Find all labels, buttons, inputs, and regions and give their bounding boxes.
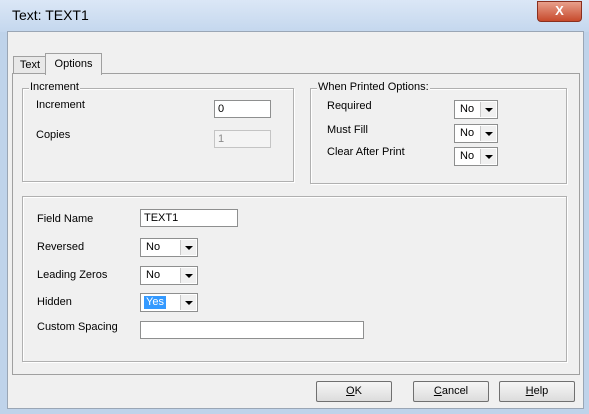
reversed-select[interactable]: No	[140, 238, 198, 257]
tab-text-label: Text	[19, 59, 41, 71]
must-fill-label: Must Fill	[327, 124, 368, 136]
chevron-down-icon[interactable]	[180, 295, 196, 310]
must-fill-value: No	[460, 127, 475, 139]
clear-after-print-value: No	[460, 150, 475, 162]
dialog-client: Text Options Increment Increment 0 Copie…	[7, 31, 584, 409]
increment-group-label: Increment	[29, 81, 80, 93]
hidden-label: Hidden	[37, 296, 72, 308]
close-button[interactable]: X	[537, 1, 582, 22]
ok-button[interactable]: OK	[316, 381, 392, 402]
increment-group: Increment Increment 0 Copies 1	[22, 81, 294, 182]
ok-accelerator: O	[346, 385, 355, 397]
leading-zeros-select[interactable]: No	[140, 266, 198, 285]
field-settings-group: Field Name TEXT1 Reversed No Leading Zer…	[22, 196, 567, 362]
must-fill-select[interactable]: No	[454, 124, 498, 143]
clear-after-print-label: Clear After Print	[327, 146, 405, 158]
custom-spacing-input[interactable]	[140, 321, 364, 339]
leading-zeros-label: Leading Zeros	[37, 269, 108, 281]
required-select[interactable]: No	[454, 100, 498, 119]
close-icon: X	[555, 3, 564, 18]
chevron-down-icon[interactable]	[180, 240, 196, 255]
reversed-label: Reversed	[37, 241, 85, 253]
required-label: Required	[327, 100, 372, 112]
copies-input[interactable]: 1	[214, 130, 271, 148]
printed-options-group: When Printed Options: Required No Must F…	[310, 81, 567, 184]
printed-options-label: When Printed Options:	[317, 81, 430, 93]
cancel-label: ancel	[441, 385, 469, 397]
ok-label: K	[354, 385, 362, 397]
chevron-down-icon[interactable]	[480, 149, 496, 164]
clear-after-print-select[interactable]: No	[454, 147, 498, 166]
dialog-window: Text: TEXT1 X Text Options Increment Inc…	[0, 0, 589, 414]
tab-text[interactable]: Text	[13, 56, 47, 74]
copies-label: Copies	[36, 129, 71, 141]
hidden-value: Yes	[144, 296, 166, 309]
help-button[interactable]: Help	[499, 381, 575, 402]
tab-options[interactable]: Options	[45, 53, 102, 75]
window-title: Text: TEXT1	[12, 7, 89, 23]
hidden-select[interactable]: Yes	[140, 293, 198, 312]
custom-spacing-label: Custom Spacing	[37, 321, 118, 333]
options-panel: Increment Increment 0 Copies 1 When Prin…	[12, 73, 580, 375]
chevron-down-icon[interactable]	[480, 126, 496, 141]
title-bar[interactable]: Text: TEXT1 X	[0, 0, 589, 32]
chevron-down-icon[interactable]	[480, 102, 496, 117]
field-name-label: Field Name	[37, 213, 94, 225]
help-label: elp	[533, 385, 549, 397]
cancel-button[interactable]: Cancel	[413, 381, 489, 402]
chevron-down-icon[interactable]	[180, 268, 196, 283]
increment-input[interactable]: 0	[214, 100, 271, 118]
tab-options-label: Options	[54, 58, 93, 70]
increment-label: Increment	[36, 99, 85, 111]
reversed-value: No	[146, 241, 161, 253]
field-name-input[interactable]: TEXT1	[140, 209, 238, 227]
cancel-accelerator: C	[433, 385, 442, 397]
leading-zeros-value: No	[146, 269, 161, 281]
required-value: No	[460, 103, 475, 115]
help-accelerator: H	[525, 385, 534, 397]
